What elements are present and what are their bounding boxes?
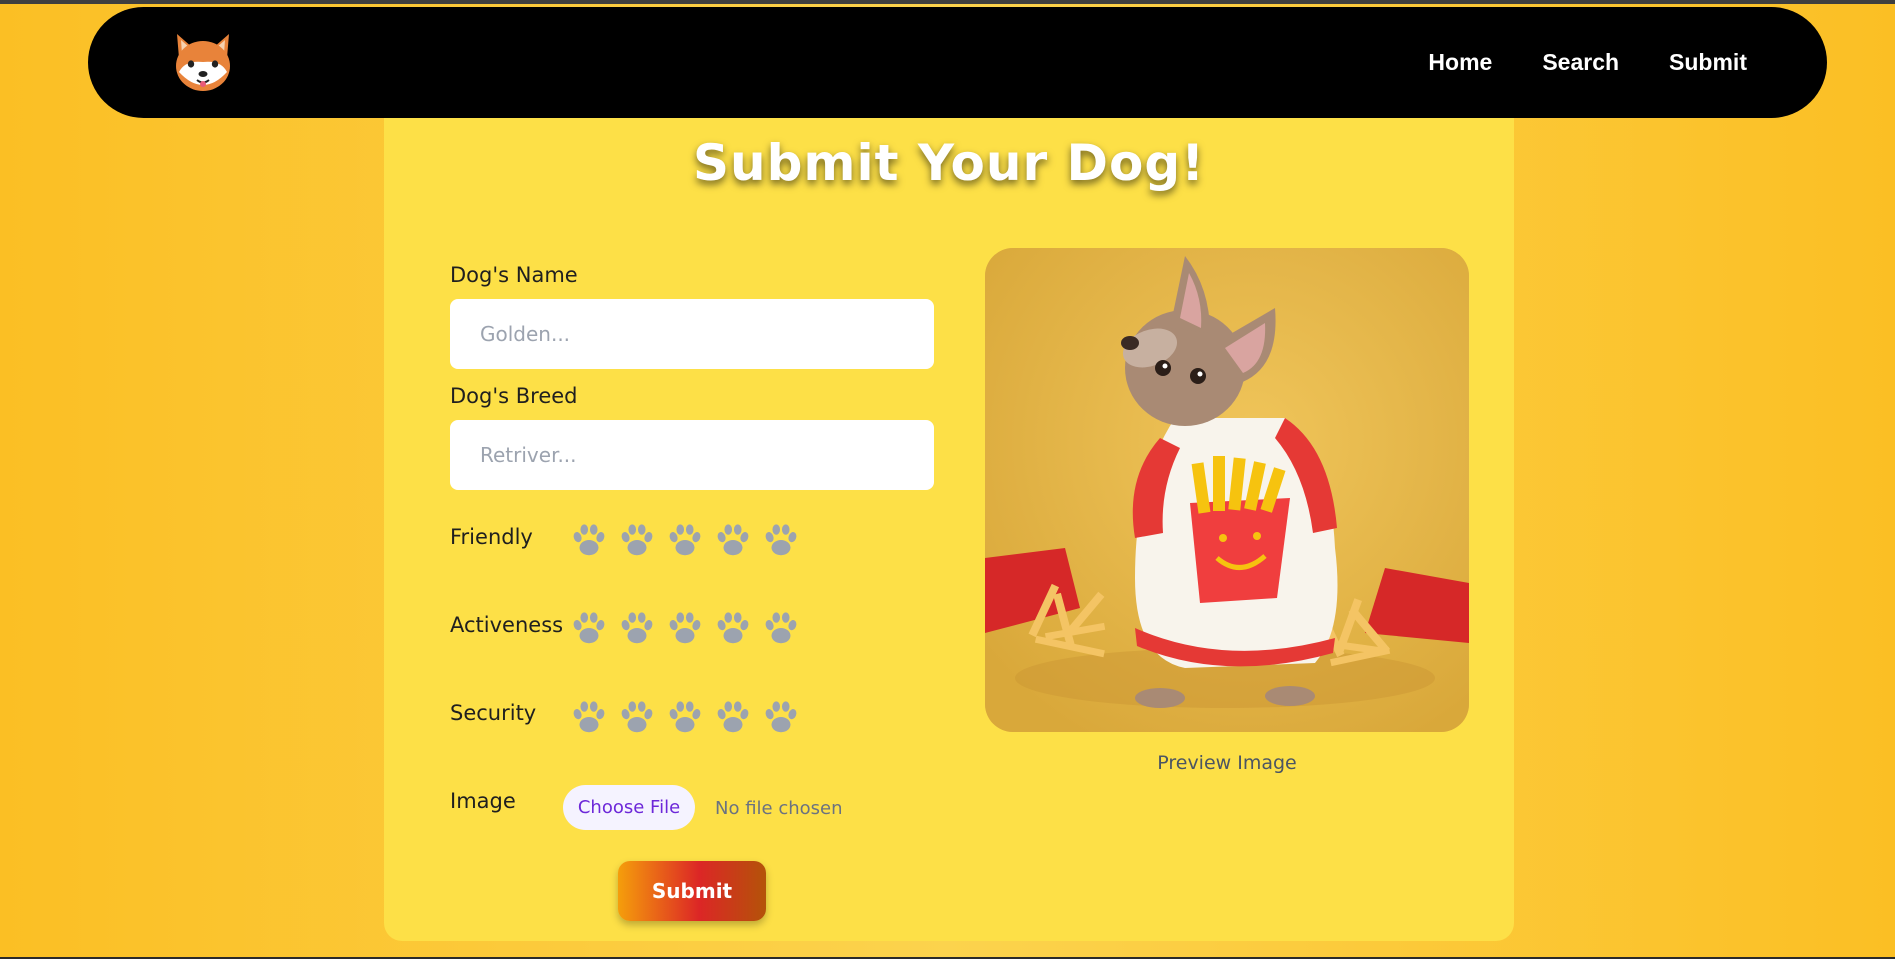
submit-form-panel: Submit Your Dog! Dog's Name Dog's Breed … bbox=[384, 118, 1514, 941]
paw-icon[interactable] bbox=[714, 609, 752, 647]
paw-icon[interactable] bbox=[762, 698, 800, 736]
navbar: Home Search Submit bbox=[88, 7, 1827, 118]
activeness-rating bbox=[570, 609, 800, 647]
dog-breed-label: Dog's Breed bbox=[450, 384, 578, 408]
security-label: Security bbox=[450, 701, 537, 725]
friendly-label: Friendly bbox=[450, 525, 533, 549]
friendly-rating bbox=[570, 521, 800, 559]
paw-icon[interactable] bbox=[666, 698, 704, 736]
nav-home-link[interactable]: Home bbox=[1428, 49, 1492, 76]
security-rating bbox=[570, 698, 800, 736]
choose-file-button[interactable]: Choose File bbox=[563, 785, 695, 830]
paw-icon[interactable] bbox=[570, 698, 608, 736]
dog-name-input[interactable] bbox=[450, 299, 934, 369]
paw-icon[interactable] bbox=[666, 609, 704, 647]
nav-links: Home Search Submit bbox=[1428, 7, 1747, 118]
paw-icon[interactable] bbox=[618, 698, 656, 736]
preview-image bbox=[985, 248, 1469, 732]
activeness-label: Activeness bbox=[450, 613, 564, 637]
nav-submit-link[interactable]: Submit bbox=[1669, 49, 1747, 76]
paw-icon[interactable] bbox=[666, 521, 704, 559]
paw-icon[interactable] bbox=[714, 521, 752, 559]
paw-icon[interactable] bbox=[570, 521, 608, 559]
paw-icon[interactable] bbox=[762, 609, 800, 647]
paw-icon[interactable] bbox=[618, 609, 656, 647]
image-label: Image bbox=[450, 789, 516, 813]
page-title: Submit Your Dog! bbox=[692, 134, 1206, 192]
paw-icon[interactable] bbox=[618, 521, 656, 559]
submit-button[interactable]: Submit bbox=[618, 861, 766, 921]
shiba-dog-icon[interactable] bbox=[169, 28, 237, 96]
dog-name-label: Dog's Name bbox=[450, 263, 578, 287]
paw-icon[interactable] bbox=[762, 521, 800, 559]
dog-breed-input[interactable] bbox=[450, 420, 934, 490]
window-top-border bbox=[0, 0, 1895, 4]
nav-search-link[interactable]: Search bbox=[1542, 49, 1619, 76]
paw-icon[interactable] bbox=[714, 698, 752, 736]
preview-caption: Preview Image bbox=[1157, 752, 1297, 774]
paw-icon[interactable] bbox=[570, 609, 608, 647]
dog-photo-illustration bbox=[985, 248, 1469, 732]
file-status-text: No file chosen bbox=[715, 798, 843, 819]
